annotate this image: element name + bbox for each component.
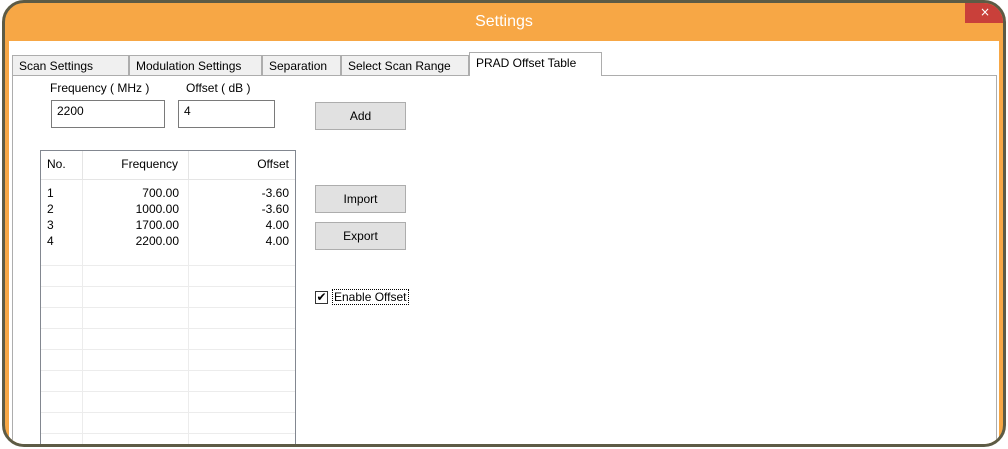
close-button[interactable]: ×	[965, 3, 1003, 23]
offset-input[interactable]: 4	[178, 100, 275, 128]
add-button[interactable]: Add	[315, 102, 406, 130]
enable-offset-checkbox[interactable]: ✔	[315, 291, 328, 304]
tab-separation[interactable]: Separation	[262, 55, 341, 76]
cell-frequency: 700.00	[142, 186, 179, 200]
cell-no: 3	[47, 218, 54, 232]
grid-line	[41, 391, 295, 392]
table-row[interactable]: 1 700.00 -3.60	[41, 186, 295, 202]
grid-line	[41, 370, 295, 371]
tab-scan-settings[interactable]: Scan Settings	[12, 55, 129, 76]
table-row[interactable]: 3 1700.00 4.00	[41, 218, 295, 234]
grid-line	[41, 307, 295, 308]
offset-table[interactable]: No. Frequency Offset 1 700.00 -3.60 2 10…	[40, 150, 296, 444]
grid-line	[41, 328, 295, 329]
prad-offset-panel: Frequency ( MHz ) Offset ( dB ) 2200 4 A…	[12, 75, 997, 444]
column-header-offset[interactable]: Offset	[189, 151, 295, 179]
cell-offset: -3.60	[261, 202, 289, 216]
grid-line	[41, 433, 295, 434]
table-body: 1 700.00 -3.60 2 1000.00 -3.60 3 1700.00	[41, 180, 295, 444]
column-header-no[interactable]: No.	[41, 151, 83, 179]
table-row[interactable]: 2 1000.00 -3.60	[41, 202, 295, 218]
cell-frequency: 1000.00	[135, 202, 179, 216]
tab-prad-offset-table[interactable]: PRAD Offset Table	[469, 52, 602, 76]
column-header-frequency[interactable]: Frequency	[83, 151, 189, 179]
tab-select-scan-range[interactable]: Select Scan Range	[341, 55, 469, 76]
settings-window: Settings × Scan Settings Modulation Sett…	[2, 0, 1006, 447]
grid-line	[41, 349, 295, 350]
grid-line	[41, 412, 295, 413]
tab-strip: Scan Settings Modulation Settings Separa…	[12, 52, 999, 76]
frequency-label: Frequency ( MHz )	[50, 81, 150, 95]
tab-modulation-settings[interactable]: Modulation Settings	[129, 55, 262, 76]
cell-offset: 4.00	[265, 218, 289, 232]
cell-no: 1	[47, 186, 54, 200]
cell-frequency: 2200.00	[135, 234, 179, 248]
table-header: No. Frequency Offset	[41, 151, 295, 180]
cell-no: 4	[47, 234, 54, 248]
cell-frequency: 1700.00	[135, 218, 179, 232]
cell-offset: -3.60	[261, 186, 289, 200]
export-button[interactable]: Export	[315, 222, 406, 250]
title-bar[interactable]: Settings ×	[5, 3, 1003, 41]
cell-offset: 4.00	[265, 234, 289, 248]
cell-no: 2	[47, 202, 54, 216]
offset-label: Offset ( dB )	[186, 81, 251, 95]
enable-offset-label[interactable]: Enable Offset	[332, 289, 409, 305]
import-button[interactable]: Import	[315, 185, 406, 213]
frequency-input[interactable]: 2200	[51, 100, 165, 128]
grid-line	[41, 286, 295, 287]
grid-line	[41, 265, 295, 266]
client-area: Scan Settings Modulation Settings Separa…	[9, 41, 999, 444]
window-title: Settings	[475, 13, 533, 30]
table-row[interactable]: 4 2200.00 4.00	[41, 234, 295, 250]
